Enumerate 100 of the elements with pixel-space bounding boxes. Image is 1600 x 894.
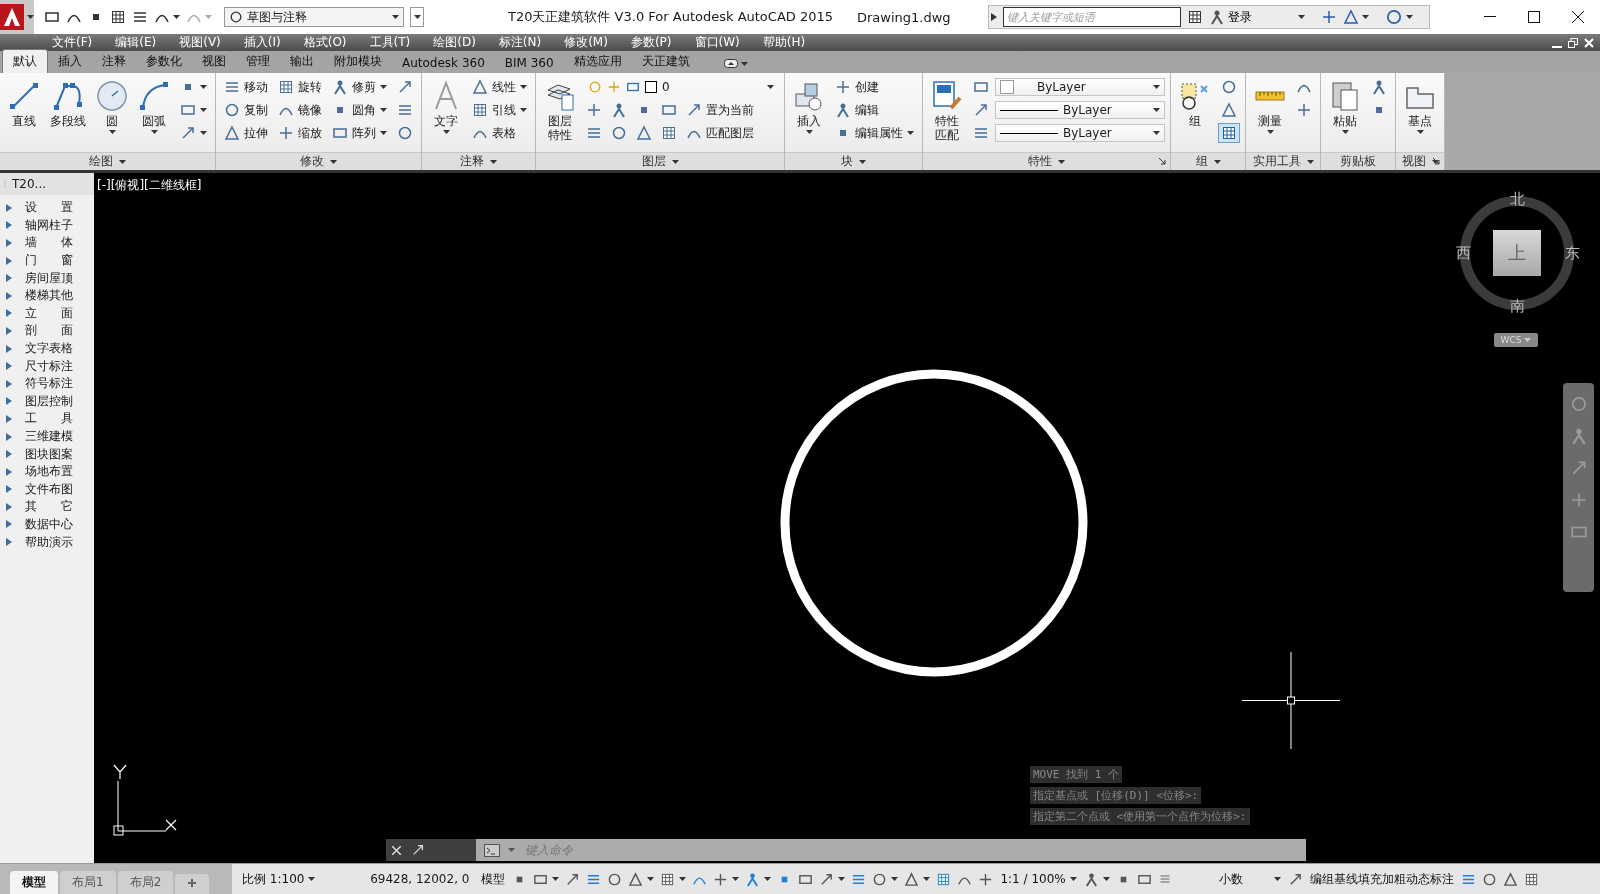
expander-icon[interactable] bbox=[6, 414, 13, 423]
launcher-icon[interactable] bbox=[1159, 158, 1166, 165]
palette-item[interactable]: 设 置 bbox=[25, 199, 73, 217]
restore-icon[interactable] bbox=[1568, 37, 1578, 48]
ribbon-large-button[interactable]: 多段线 bbox=[47, 77, 89, 131]
new-layout-button[interactable] bbox=[175, 874, 210, 894]
menu-item[interactable]: 文件(F) bbox=[40, 34, 104, 51]
expander-icon[interactable] bbox=[6, 221, 13, 230]
property-dropdown[interactable]: ByLayer bbox=[995, 101, 1165, 119]
ribbon-large-button[interactable]: 圆弧 bbox=[135, 77, 173, 137]
tool-button[interactable]: 引线 bbox=[469, 100, 530, 120]
ribbon-tab[interactable]: 精选应用 bbox=[563, 50, 632, 73]
layout-tab[interactable]: 布局2 bbox=[117, 871, 174, 894]
expander-icon[interactable] bbox=[6, 379, 13, 388]
menu-item[interactable]: 工具(T) bbox=[357, 34, 422, 51]
property-dropdown[interactable]: ByLayer bbox=[995, 124, 1165, 142]
palette-item[interactable]: 三维建模 bbox=[25, 428, 73, 445]
expander-icon[interactable] bbox=[6, 239, 13, 247]
menu-item[interactable]: 插入(I) bbox=[231, 34, 292, 51]
expander-icon[interactable] bbox=[6, 344, 13, 353]
palette-item[interactable]: 其 它 bbox=[25, 498, 73, 516]
customize-button[interactable] bbox=[410, 7, 424, 27]
palette-item[interactable]: 门 窗 bbox=[25, 252, 73, 270]
tool-button[interactable]: 表格 bbox=[469, 123, 519, 143]
menu-item[interactable]: 帮助(H) bbox=[750, 34, 817, 51]
ribbon-large-button[interactable]: 文字 bbox=[427, 77, 465, 137]
expander-icon[interactable] bbox=[6, 432, 13, 441]
layout-tab[interactable]: 模型 bbox=[10, 871, 58, 894]
expander-icon[interactable] bbox=[6, 397, 13, 406]
status-button[interactable]: 1:1 / 100% bbox=[996, 868, 1081, 890]
palette-item[interactable]: 数据中心 bbox=[25, 516, 73, 533]
ribbon-large-button[interactable]: 测量 bbox=[1251, 77, 1289, 137]
tool-button[interactable]: 圆角 bbox=[329, 100, 390, 120]
tool-button[interactable]: 镜像 bbox=[275, 100, 325, 120]
compass-label[interactable]: 西 bbox=[1455, 243, 1471, 263]
property-dropdown[interactable]: ByLayer bbox=[995, 78, 1165, 96]
expander-icon[interactable] bbox=[6, 203, 13, 212]
panel-title[interactable]: 特性 bbox=[1028, 153, 1052, 170]
layout-tab[interactable]: 布局1 bbox=[60, 871, 116, 894]
palette-item[interactable]: 符号标注 bbox=[25, 375, 73, 393]
expander-icon[interactable] bbox=[6, 291, 13, 300]
panel-title[interactable]: 绘图 bbox=[89, 153, 113, 170]
menu-item[interactable]: 窗口(W) bbox=[682, 34, 751, 51]
palette-item[interactable]: 文件布图 bbox=[25, 480, 73, 498]
expander-icon[interactable] bbox=[6, 520, 13, 529]
tool-button[interactable]: 拉伸 bbox=[221, 123, 271, 143]
tool-button[interactable]: 阵列 bbox=[329, 123, 390, 143]
palette-item[interactable]: 帮助演示 bbox=[25, 533, 73, 551]
palette-item[interactable]: 房间屋顶 bbox=[25, 269, 73, 287]
ribbon-tab[interactable]: 默认 bbox=[2, 49, 48, 73]
tool-button[interactable]: 修剪 bbox=[329, 77, 390, 97]
ribbon-large-button[interactable]: 图层特性 bbox=[541, 77, 579, 145]
status-button[interactable]: 模型 bbox=[477, 868, 510, 890]
status-button[interactable]: 比例 1:100 bbox=[238, 868, 320, 890]
search-field[interactable]: 键入关键字或短语 bbox=[1003, 7, 1181, 27]
palette-item[interactable]: 工 具 bbox=[25, 410, 73, 428]
ribbon-large-button[interactable]: 插入 bbox=[790, 77, 828, 137]
tool-button[interactable]: 置为当前 bbox=[683, 100, 757, 120]
tool-button[interactable]: 移动 bbox=[221, 77, 271, 97]
expander-icon[interactable] bbox=[6, 485, 13, 494]
palette-item[interactable]: 墙 体 bbox=[25, 234, 73, 252]
ribbon-tab[interactable]: BIM 360 bbox=[494, 53, 564, 73]
coordinates-readout[interactable]: 69428, 12002, 0 bbox=[319, 872, 478, 886]
tool-button[interactable]: 匹配图层 bbox=[683, 123, 757, 143]
ribbon-tab[interactable]: 管理 bbox=[236, 50, 280, 73]
ribbon-tab[interactable]: 注释 bbox=[92, 50, 136, 73]
panel-title[interactable]: 修改 bbox=[300, 153, 324, 170]
expander-icon[interactable] bbox=[6, 467, 13, 476]
menu-item[interactable]: 标注(N) bbox=[486, 34, 553, 51]
expander-icon[interactable] bbox=[6, 274, 13, 283]
palette-item[interactable]: 楼梯其他 bbox=[25, 287, 73, 305]
a360-button[interactable] bbox=[1343, 9, 1369, 25]
tool-button[interactable]: 复制 bbox=[221, 100, 271, 120]
ribbon-large-button[interactable]: 粘贴 bbox=[1326, 77, 1364, 137]
tool-button[interactable]: 线性 bbox=[469, 77, 530, 97]
viewport-controls-label[interactable]: [-][俯视][二维线框] bbox=[97, 177, 202, 194]
layer-dropdown[interactable]: 0 bbox=[583, 78, 779, 96]
expander-icon[interactable] bbox=[6, 538, 13, 547]
palette-item[interactable]: 立 面 bbox=[25, 304, 73, 322]
panel-title[interactable]: 块 bbox=[841, 153, 853, 170]
application-menu-button[interactable] bbox=[0, 0, 34, 34]
menu-item[interactable]: 格式(O) bbox=[291, 34, 358, 51]
compass-label[interactable]: 北 bbox=[1509, 189, 1525, 209]
ribbon-tab[interactable]: 天正建筑 bbox=[631, 50, 700, 73]
ribbon-tab[interactable]: Autodesk 360 bbox=[392, 53, 495, 73]
expander-icon[interactable] bbox=[6, 256, 13, 265]
ribbon-large-button[interactable]: 组 bbox=[1176, 77, 1214, 131]
expander-icon[interactable] bbox=[6, 362, 13, 371]
menu-item[interactable]: 编辑(E) bbox=[103, 34, 168, 51]
tool-button[interactable]: 编辑属性 bbox=[832, 123, 917, 143]
tool-button[interactable]: 缩放 bbox=[275, 123, 325, 143]
menu-item[interactable]: 绘图(D) bbox=[421, 34, 487, 51]
menu-item[interactable]: 视图(V) bbox=[167, 34, 232, 51]
tool-button[interactable] bbox=[1218, 123, 1240, 143]
panel-title[interactable]: 图层 bbox=[641, 153, 666, 170]
palette-item[interactable]: 文字表格 bbox=[25, 340, 73, 358]
sign-in-button[interactable]: 登录 bbox=[1209, 8, 1305, 26]
palette-item[interactable]: 图层控制 bbox=[25, 392, 73, 410]
expander-icon[interactable] bbox=[6, 502, 13, 511]
ribbon-tab[interactable]: 参数化 bbox=[136, 50, 192, 73]
